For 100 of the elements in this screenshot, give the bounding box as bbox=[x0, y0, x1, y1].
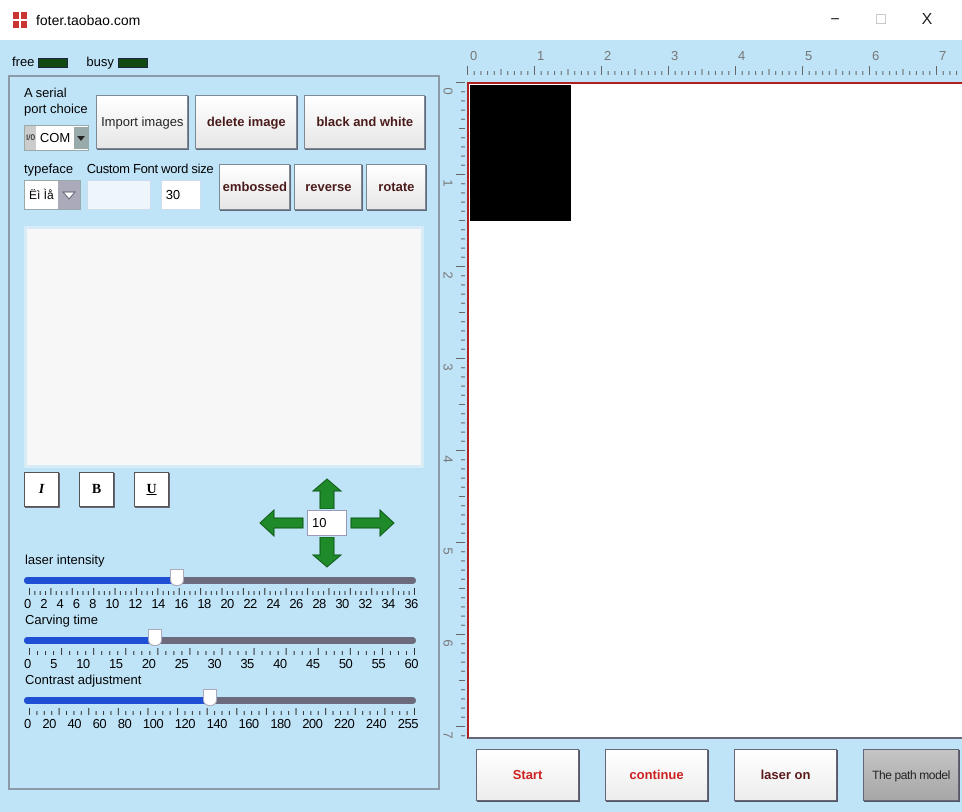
slider[interactable] bbox=[24, 569, 416, 588]
font-input-field[interactable] bbox=[86, 180, 151, 210]
ruler-label: 2 bbox=[441, 271, 455, 279]
engraving-canvas[interactable] bbox=[467, 82, 962, 739]
slider-label: laser intensity bbox=[25, 552, 104, 568]
ruler-label: 1 bbox=[537, 48, 544, 63]
ruler-label: 4 bbox=[441, 455, 455, 463]
ruler-label: 3 bbox=[441, 363, 455, 371]
typeface-dropdown[interactable]: Ëì Ìå bbox=[24, 180, 81, 210]
scale-label: 240 bbox=[366, 716, 386, 732]
scale-label: 5 bbox=[50, 656, 57, 672]
scale-label: 22 bbox=[243, 596, 257, 612]
ruler-label: 4 bbox=[738, 48, 746, 63]
field-label: Custom Font word size bbox=[86, 161, 214, 177]
scale-label: 140 bbox=[206, 716, 227, 732]
slider[interactable] bbox=[24, 689, 416, 708]
ruler-label: 0 bbox=[441, 87, 455, 95]
scale-label: 200 bbox=[302, 716, 322, 732]
scale-label: 20 bbox=[220, 596, 234, 612]
slider[interactable] bbox=[24, 629, 416, 648]
ruler-label: 5 bbox=[805, 48, 812, 63]
slider-label: Contrast adjustment bbox=[25, 672, 142, 688]
ruler-label: 0 bbox=[470, 48, 478, 63]
scale-label: 45 bbox=[306, 656, 320, 672]
typeface-value: Ëì Ìå bbox=[28, 187, 55, 204]
scale-label: 220 bbox=[334, 716, 354, 732]
scale-label: 100 bbox=[142, 716, 164, 732]
scale-label: 40 bbox=[273, 656, 287, 672]
scale-label: 6 bbox=[72, 596, 80, 612]
text-input-area[interactable] bbox=[24, 226, 424, 468]
ruler-label: 5 bbox=[441, 547, 455, 555]
action-button[interactable]: Start bbox=[476, 749, 579, 801]
scale-label: 24 bbox=[266, 596, 280, 612]
scale-label: 40 bbox=[68, 716, 81, 732]
scale-label: 20 bbox=[42, 716, 56, 732]
effect-button[interactable]: rotate bbox=[366, 164, 426, 210]
scale-label: 60 bbox=[404, 656, 418, 672]
ruler-label: 7 bbox=[939, 48, 946, 63]
scale-label: 28 bbox=[312, 596, 326, 612]
action-button[interactable]: continue bbox=[605, 749, 708, 801]
effect-button[interactable]: embossed bbox=[219, 164, 290, 210]
scale-label: 60 bbox=[92, 716, 106, 732]
scale-label: 0 bbox=[24, 656, 31, 672]
slider-thumb[interactable] bbox=[170, 569, 184, 586]
scale-label: 4 bbox=[56, 596, 64, 612]
slider-thumb[interactable] bbox=[203, 689, 218, 706]
ruler-label: 2 bbox=[604, 48, 612, 63]
port-prefix: I/0 bbox=[25, 126, 36, 150]
field-label: typeface bbox=[24, 161, 74, 177]
step-field[interactable]: 10 bbox=[307, 510, 347, 536]
ruler-label: 1 bbox=[441, 179, 455, 187]
scale-label: 32 bbox=[358, 596, 372, 612]
scale-label: 180 bbox=[270, 716, 291, 732]
close-button[interactable]: X bbox=[904, 0, 950, 40]
scale-label: 10 bbox=[105, 596, 119, 612]
ruler-label: 3 bbox=[671, 48, 678, 63]
scale-label: 120 bbox=[174, 716, 195, 732]
toolbar-button[interactable]: delete image bbox=[195, 95, 298, 149]
port-dropdown[interactable]: I/0 COM bbox=[24, 125, 90, 151]
scale-label: 14 bbox=[151, 596, 165, 612]
scale-label: 160 bbox=[238, 716, 259, 732]
toolbar-button[interactable]: black and white bbox=[304, 95, 426, 149]
scale-label: 18 bbox=[197, 596, 211, 612]
scale-label: 20 bbox=[142, 656, 156, 672]
scale-label: 0 bbox=[24, 596, 31, 612]
dropdown-caret-icon bbox=[74, 127, 88, 149]
format-button[interactable]: I bbox=[24, 472, 59, 507]
format-button[interactable]: U bbox=[134, 472, 169, 507]
scale-label: 30 bbox=[335, 596, 349, 612]
scale-label: 12 bbox=[128, 596, 142, 612]
scale-label: 26 bbox=[289, 596, 303, 612]
left-arrow-icon[interactable] bbox=[259, 509, 304, 537]
toolbar-button[interactable]: Import images bbox=[96, 95, 188, 149]
scale-label: 25 bbox=[174, 656, 188, 672]
font-size-field[interactable]: 30 bbox=[160, 180, 201, 210]
scale-label: 8 bbox=[89, 596, 96, 612]
indicator-label: busy bbox=[86, 52, 114, 71]
action-button[interactable]: The path model bbox=[863, 749, 959, 801]
right-arrow-icon[interactable] bbox=[350, 509, 395, 537]
indicator-label: free bbox=[12, 52, 34, 70]
effect-button[interactable]: reverse bbox=[294, 164, 362, 210]
format-button[interactable]: B bbox=[79, 472, 114, 507]
scale-label: 36 bbox=[404, 596, 418, 612]
window-title: foter.taobao.com bbox=[36, 10, 140, 30]
dropdown-caret-icon bbox=[58, 181, 80, 209]
scale-label: 50 bbox=[338, 656, 352, 672]
minimize-button[interactable]: − bbox=[812, 0, 858, 40]
field-label: A serial port choice bbox=[24, 85, 89, 117]
scale-label: 55 bbox=[372, 656, 386, 672]
scale-label: 80 bbox=[118, 716, 132, 732]
scale-label: 0 bbox=[24, 716, 31, 732]
scale-label: 35 bbox=[240, 656, 254, 672]
slider-label: Carving time bbox=[25, 612, 98, 628]
app-logo-icon bbox=[12, 11, 28, 29]
scale-label: 10 bbox=[76, 656, 90, 672]
scale-label: 15 bbox=[109, 656, 122, 672]
slider-thumb[interactable] bbox=[148, 629, 162, 646]
action-button[interactable]: laser on bbox=[734, 749, 837, 801]
scale-label: 16 bbox=[174, 596, 188, 612]
ruler-label: 7 bbox=[441, 731, 455, 739]
